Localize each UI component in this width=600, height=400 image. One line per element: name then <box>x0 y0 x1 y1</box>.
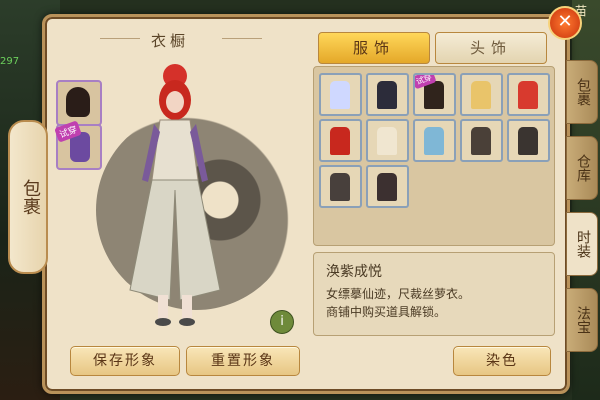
item-slot[interactable] <box>413 119 456 162</box>
save-look-button[interactable]: 保存形象 <box>70 346 180 376</box>
dye-button[interactable]: 染色 <box>453 346 551 376</box>
item-slot[interactable] <box>460 73 503 116</box>
item-3-icon <box>471 81 491 109</box>
tab-clothing[interactable]: 服饰 <box>318 32 430 64</box>
side-tab-fashion[interactable]: 时装 <box>566 212 598 276</box>
item-slot[interactable] <box>319 119 362 162</box>
item-slot[interactable] <box>366 165 409 208</box>
item-11-icon <box>377 173 397 201</box>
item-5-icon <box>330 127 350 155</box>
item-0-icon <box>330 81 350 109</box>
item-8-icon <box>471 127 491 155</box>
side-tab-bag[interactable]: 包裹 <box>566 60 598 124</box>
item-1-icon <box>377 81 397 109</box>
character-model[interactable] <box>120 60 230 330</box>
item-4-icon <box>518 81 538 109</box>
item-7-icon <box>424 127 444 155</box>
item-name: 涣紫成悦 <box>326 264 382 280</box>
wardrobe-title: 衣橱 <box>150 32 189 50</box>
side-tab-treasure[interactable]: 法宝 <box>566 288 598 352</box>
item-10-icon <box>330 173 350 201</box>
item-description-line-2: 商铺中购买道具解锁。 <box>326 305 447 319</box>
item-description-box: 涣紫成悦 女缥摹仙迹，尺裁丝萝衣。 商铺中购买道具解锁。 <box>313 252 555 336</box>
item-slot[interactable] <box>460 119 503 162</box>
info-icon[interactable]: i <box>270 310 294 334</box>
tab-headwear[interactable]: 头饰 <box>435 32 547 64</box>
item-6-icon <box>377 127 397 155</box>
item-slot[interactable] <box>507 73 550 116</box>
item-description-line-1: 女缥摹仙迹，尺裁丝萝衣。 <box>326 287 471 301</box>
item-slot[interactable]: 试穿 <box>413 73 456 116</box>
left-bag-tab[interactable]: 包裹 <box>8 120 48 274</box>
close-icon[interactable]: ✕ <box>548 6 582 40</box>
item-slot[interactable] <box>366 119 409 162</box>
hair-icon <box>66 87 90 117</box>
item-slot[interactable] <box>366 73 409 116</box>
title-ornament-right <box>222 38 262 39</box>
item-slot[interactable] <box>507 119 550 162</box>
item-9-icon <box>518 127 538 155</box>
item-slot[interactable] <box>319 73 362 116</box>
side-tab-warehouse[interactable]: 仓库 <box>566 136 598 200</box>
player-level-text: 297 <box>0 56 20 67</box>
item-slot[interactable] <box>319 165 362 208</box>
equipped-outfit-slot[interactable]: 试穿 <box>54 120 102 170</box>
reset-look-button[interactable]: 重置形象 <box>186 346 300 376</box>
item-grid: 试穿 <box>313 66 555 246</box>
equipped-hair-slot[interactable] <box>56 80 102 126</box>
